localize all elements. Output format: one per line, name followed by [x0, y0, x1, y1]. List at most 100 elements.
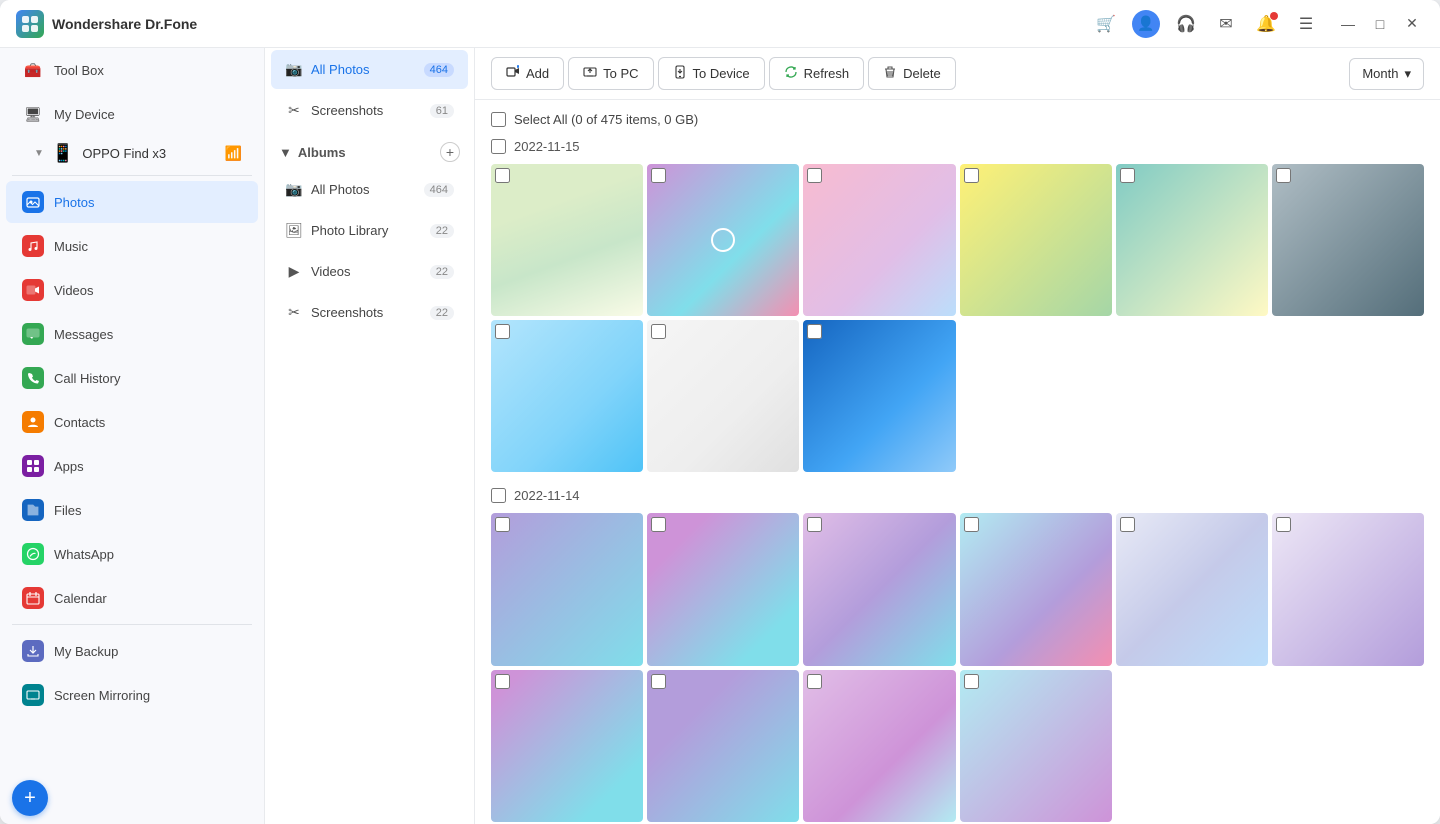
middle-item-album-allphotos[interactable]: 📷 All Photos 464	[271, 170, 468, 209]
sidebar-item-contacts[interactable]: Contacts	[6, 401, 258, 443]
refresh-button[interactable]: Refresh	[769, 57, 865, 90]
photo-checkbox[interactable]	[1276, 517, 1291, 532]
cart-icon[interactable]: 🛒	[1092, 10, 1120, 38]
date-checkbox-1[interactable]	[491, 139, 506, 154]
photo-checkbox[interactable]	[807, 324, 822, 339]
photo-cell[interactable]	[803, 320, 955, 472]
photo-cell[interactable]	[960, 164, 1112, 316]
photo-checkbox[interactable]	[495, 674, 510, 689]
photo-cell[interactable]	[647, 164, 799, 316]
screenshots-count: 61	[430, 104, 454, 118]
device-row[interactable]: ▼ 📱 OPPO Find x3 📶	[6, 137, 258, 170]
photolibrary-icon: 🖼	[285, 222, 303, 239]
whatsapp-label: WhatsApp	[54, 547, 114, 562]
photo-cell[interactable]	[803, 670, 955, 822]
files-label: Files	[54, 503, 81, 518]
calendar-icon	[22, 587, 44, 609]
menu-icon[interactable]: ☰	[1292, 10, 1320, 38]
photo-cell[interactable]	[647, 513, 799, 665]
middle-item-album-screenshots[interactable]: ✂ Screenshots 22	[271, 293, 468, 332]
select-all-row: Select All (0 of 475 items, 0 GB)	[491, 112, 1424, 127]
month-select[interactable]: Month ▾	[1349, 58, 1424, 90]
photo-cell[interactable]	[647, 670, 799, 822]
photo-cell[interactable]	[491, 513, 643, 665]
notification-icon[interactable]: 🔔	[1252, 10, 1280, 38]
photo-grid-1-row2	[491, 320, 1424, 472]
photo-checkbox[interactable]	[807, 168, 822, 183]
album-videos-left: ▶ Videos	[285, 263, 351, 280]
contacts-label: Contacts	[54, 415, 105, 430]
middle-item-photolibrary[interactable]: 🖼 Photo Library 22	[271, 211, 468, 250]
photo-checkbox[interactable]	[495, 168, 510, 183]
topc-icon	[583, 65, 597, 82]
photo-checkbox[interactable]	[651, 324, 666, 339]
photo-checkbox[interactable]	[964, 517, 979, 532]
toolbar: Add To PC To Device	[475, 48, 1440, 100]
photo-cell[interactable]	[647, 320, 799, 472]
photo-checkbox[interactable]	[495, 517, 510, 532]
albums-section-header[interactable]: ▼ Albums +	[265, 132, 474, 168]
photo-cell[interactable]	[960, 513, 1112, 665]
user-avatar-icon[interactable]: 👤	[1132, 10, 1160, 38]
minimize-button[interactable]: —	[1336, 12, 1360, 36]
photo-checkbox[interactable]	[964, 674, 979, 689]
sidebar-item-mybackup[interactable]: My Backup	[6, 630, 258, 672]
close-button[interactable]: ✕	[1400, 12, 1424, 36]
plus-icon[interactable]: +	[12, 780, 48, 816]
photo-cell[interactable]	[1116, 513, 1268, 665]
add-floating-btn[interactable]: +	[0, 772, 264, 824]
album-allphotos-left: 📷 All Photos	[285, 181, 370, 198]
support-icon[interactable]: 🎧	[1172, 10, 1200, 38]
photo-cell[interactable]	[803, 513, 955, 665]
sidebar-item-apps[interactable]: Apps	[6, 445, 258, 487]
sidebar-item-photos[interactable]: Photos	[6, 181, 258, 223]
photo-checkbox[interactable]	[651, 517, 666, 532]
photo-checkbox[interactable]	[807, 674, 822, 689]
sidebar-item-calendar[interactable]: Calendar	[6, 577, 258, 619]
sidebar-item-mydevice[interactable]: 🖥 My Device	[6, 93, 258, 135]
select-all-checkbox[interactable]	[491, 112, 506, 127]
calls-icon	[22, 367, 44, 389]
delete-button[interactable]: Delete	[868, 57, 956, 90]
sidebar-item-whatsapp[interactable]: WhatsApp	[6, 533, 258, 575]
photo-cell[interactable]	[491, 164, 643, 316]
photo-cell[interactable]	[1272, 513, 1424, 665]
photo-checkbox[interactable]	[651, 674, 666, 689]
sidebar-item-files[interactable]: Files	[6, 489, 258, 531]
photo-cell[interactable]	[1272, 164, 1424, 316]
photo-cell[interactable]	[960, 670, 1112, 822]
album-allphotos-label: All Photos	[311, 182, 370, 197]
add-album-button[interactable]: +	[440, 142, 460, 162]
middle-item-allphotos[interactable]: 📷 All Photos 464	[271, 50, 468, 89]
photo-cell[interactable]	[491, 320, 643, 472]
photo-checkbox[interactable]	[1120, 168, 1135, 183]
date-checkbox-2[interactable]	[491, 488, 506, 503]
sidebar-item-music[interactable]: Music	[6, 225, 258, 267]
mail-icon[interactable]: ✉	[1212, 10, 1240, 38]
photo-checkbox[interactable]	[495, 324, 510, 339]
maximize-button[interactable]: □	[1368, 12, 1392, 36]
title-bar-actions: 🛒 👤 🎧 ✉ 🔔 ☰	[1092, 10, 1320, 38]
sidebar-item-messages[interactable]: Messages	[6, 313, 258, 355]
albums-label: Albums	[298, 145, 346, 160]
sidebar-item-videos[interactable]: Videos	[6, 269, 258, 311]
middle-item-album-videos[interactable]: ▶ Videos 22	[271, 252, 468, 291]
photo-checkbox[interactable]	[1276, 168, 1291, 183]
sidebar-item-mirroring[interactable]: Screen Mirroring	[6, 674, 258, 716]
photos-area: Select All (0 of 475 items, 0 GB) 2022-1…	[475, 100, 1440, 824]
add-button[interactable]: Add	[491, 57, 564, 90]
photo-checkbox[interactable]	[807, 517, 822, 532]
middle-item-screenshots[interactable]: ✂ Screenshots 61	[271, 91, 468, 130]
photo-checkbox[interactable]	[964, 168, 979, 183]
photo-checkbox[interactable]	[1120, 517, 1135, 532]
photo-cell[interactable]	[491, 670, 643, 822]
sidebar-item-callhistory[interactable]: Call History	[6, 357, 258, 399]
todevice-button[interactable]: To Device	[658, 57, 765, 90]
sidebar-item-toolbox[interactable]: 🧰 Tool Box	[6, 49, 258, 91]
topc-button[interactable]: To PC	[568, 57, 653, 90]
photo-checkbox[interactable]	[651, 168, 666, 183]
album-allphotos-count: 464	[424, 183, 454, 197]
photo-cell[interactable]	[1116, 164, 1268, 316]
photo-cell[interactable]	[803, 164, 955, 316]
screenshots-left: ✂ Screenshots	[285, 102, 383, 119]
